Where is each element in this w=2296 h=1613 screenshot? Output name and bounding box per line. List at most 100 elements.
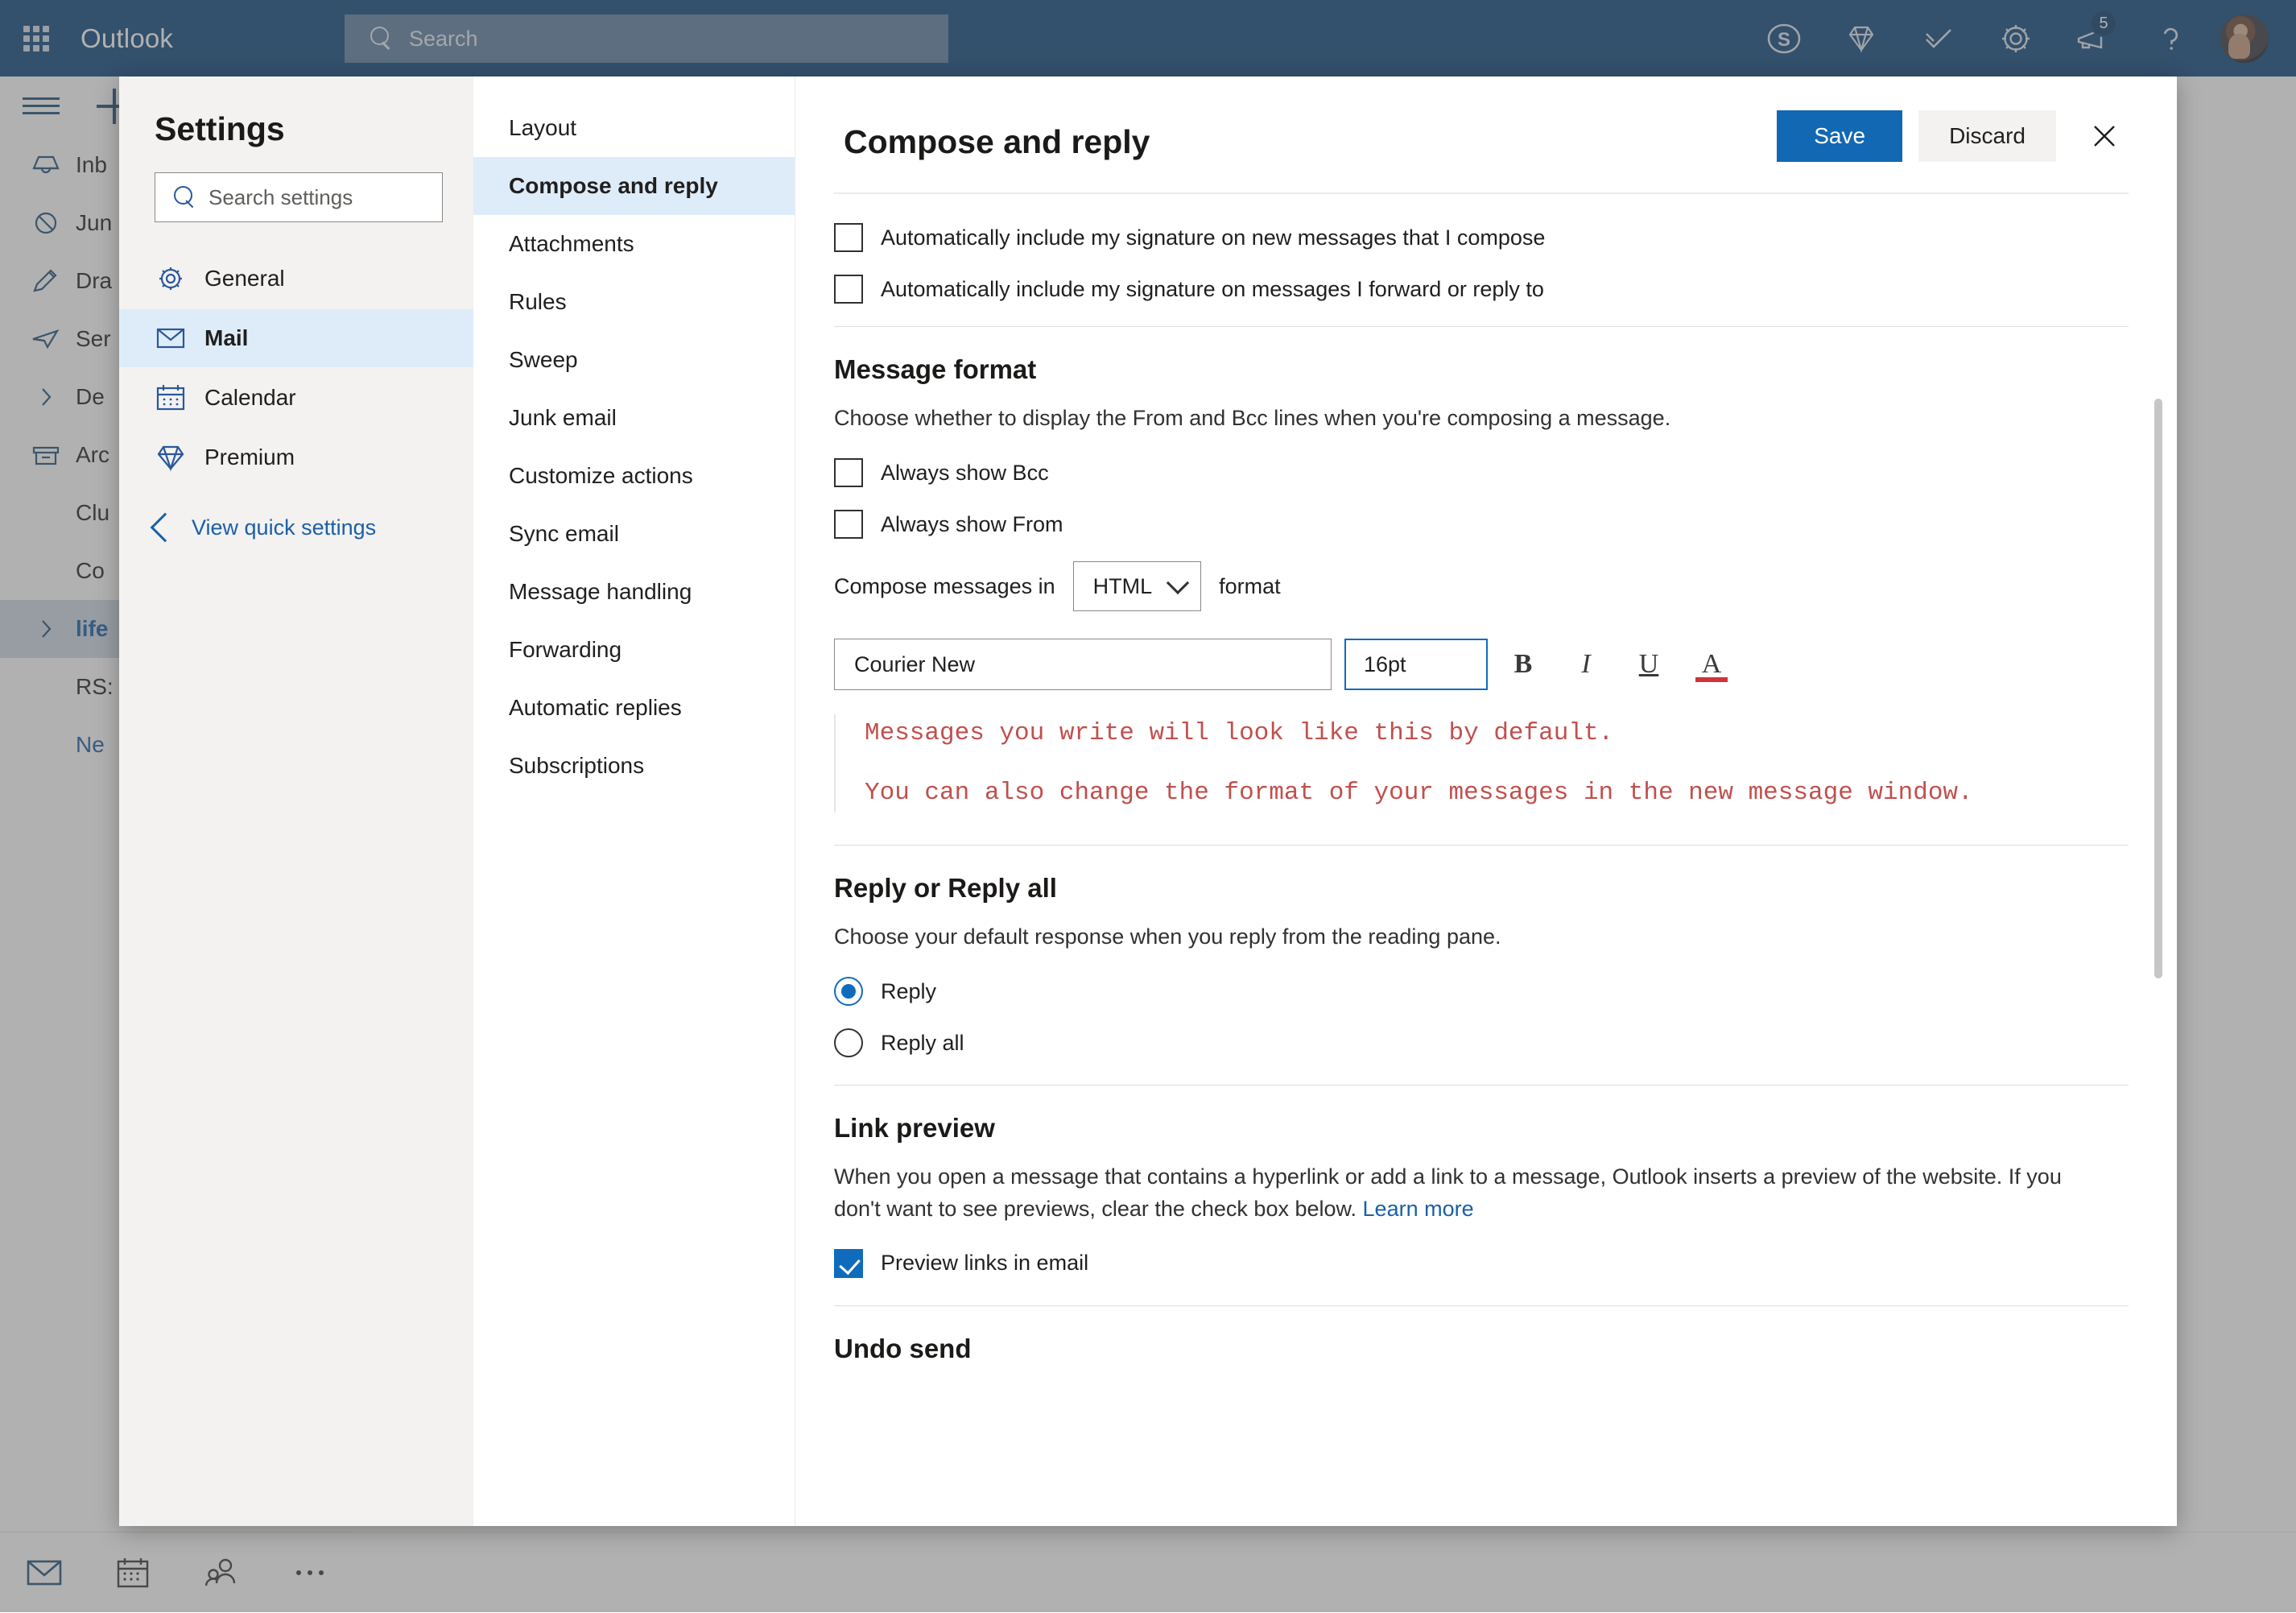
- sidebar-item-label: Calendar: [204, 385, 296, 411]
- diamond-icon: [155, 443, 204, 472]
- always-show-bcc-row[interactable]: Always show Bcc: [834, 458, 2129, 487]
- category-label: Rules: [509, 289, 567, 315]
- always-show-bcc-label: Always show Bcc: [881, 461, 1049, 486]
- category-label: Message handling: [509, 579, 692, 605]
- reply-heading: Reply or Reply all: [834, 873, 2129, 904]
- section-divider: [834, 1305, 2129, 1306]
- scrollbar-thumb[interactable]: [2154, 399, 2162, 978]
- reply-option-reply-all[interactable]: Reply all: [834, 1028, 2129, 1057]
- message-format-description: Choose whether to display the From and B…: [834, 403, 2066, 434]
- radio-button[interactable]: [834, 977, 863, 1006]
- view-quick-settings-label: View quick settings: [192, 515, 376, 540]
- sample-line-1: Messages you write will look like this b…: [865, 714, 2129, 753]
- sidebar-item-premium[interactable]: Premium: [119, 428, 473, 486]
- reply-option-reply[interactable]: Reply: [834, 977, 2129, 1006]
- category-item-junk-email[interactable]: Junk email: [473, 389, 795, 447]
- category-item-message-handling[interactable]: Message handling: [473, 563, 795, 621]
- signature-forward-reply-label: Automatically include my signature on me…: [881, 277, 1544, 302]
- sidebar-item-mail[interactable]: Mail: [119, 309, 473, 367]
- category-label: Automatic replies: [509, 695, 682, 721]
- always-show-from-row[interactable]: Always show From: [834, 510, 2129, 539]
- link-preview-description: When you open a message that contains a …: [834, 1161, 2066, 1224]
- category-item-customize-actions[interactable]: Customize actions: [473, 447, 795, 505]
- font-family-select[interactable]: Courier New: [834, 639, 1332, 690]
- font-size-value: 16pt: [1364, 652, 1406, 677]
- settings-dialog: Settings Search settings GeneralMailCale…: [119, 77, 2177, 1526]
- settings-search-input[interactable]: Search settings: [155, 172, 443, 222]
- always-show-bcc-checkbox[interactable]: [834, 458, 863, 487]
- message-format-heading: Message format: [834, 354, 2129, 385]
- signature-forward-reply-row[interactable]: Automatically include my signature on me…: [834, 275, 2129, 304]
- always-show-from-label: Always show From: [881, 512, 1063, 537]
- category-item-compose-and-reply[interactable]: Compose and reply: [473, 157, 795, 215]
- font-size-select[interactable]: 16pt: [1344, 639, 1488, 690]
- learn-more-link[interactable]: Learn more: [1363, 1197, 1474, 1221]
- search-icon: [173, 186, 196, 209]
- section-divider: [834, 1085, 2129, 1086]
- compose-format-select[interactable]: HTML: [1073, 561, 1202, 611]
- view-quick-settings-link[interactable]: View quick settings: [119, 499, 473, 556]
- font-sample-preview[interactable]: Messages you write will look like this b…: [834, 714, 2129, 813]
- sidebar-item-label: Mail: [204, 325, 248, 351]
- content-fade: [795, 1486, 2177, 1526]
- category-label: Sweep: [509, 347, 578, 373]
- undo-send-heading: Undo send: [834, 1334, 2129, 1364]
- detail-actions: Save Discard: [1777, 110, 2129, 162]
- reply-radio-group: Reply Reply all: [834, 977, 2129, 1057]
- compose-format-row: Compose messages in HTML format: [834, 561, 2129, 611]
- envelope-icon: [155, 324, 204, 353]
- compose-format-prefix: Compose messages in: [834, 574, 1055, 599]
- settings-nav-panel: Settings Search settings GeneralMailCale…: [119, 77, 473, 1526]
- font-toolbar: Courier New 16pt B I U A: [834, 639, 2129, 690]
- preview-links-checkbox[interactable]: [834, 1249, 863, 1278]
- signature-new-messages-row[interactable]: Automatically include my signature on ne…: [834, 223, 2129, 252]
- category-item-layout[interactable]: Layout: [473, 99, 795, 157]
- section-divider: [834, 845, 2129, 846]
- sidebar-item-general[interactable]: General: [119, 250, 473, 308]
- font-color-button[interactable]: A: [1684, 639, 1739, 690]
- font-family-value: Courier New: [854, 652, 975, 677]
- category-label: Customize actions: [509, 463, 693, 489]
- preview-links-label: Preview links in email: [881, 1251, 1088, 1276]
- always-show-from-checkbox[interactable]: [834, 510, 863, 539]
- signature-forward-reply-checkbox[interactable]: [834, 275, 863, 304]
- signature-new-messages-label: Automatically include my signature on ne…: [881, 225, 1545, 250]
- discard-button[interactable]: Discard: [1918, 110, 2056, 162]
- preview-links-row[interactable]: Preview links in email: [834, 1249, 2129, 1278]
- category-label: Layout: [509, 115, 576, 141]
- radio-button[interactable]: [834, 1028, 863, 1057]
- detail-scrollbar[interactable]: [2153, 399, 2164, 978]
- reply-description: Choose your default response when you re…: [834, 921, 2066, 953]
- category-item-automatic-replies[interactable]: Automatic replies: [473, 679, 795, 737]
- category-label: Compose and reply: [509, 173, 718, 199]
- sample-line-2: You can also change the format of your m…: [865, 774, 2129, 813]
- category-label: Junk email: [509, 405, 617, 431]
- italic-button[interactable]: I: [1559, 639, 1613, 690]
- sidebar-item-label: General: [204, 266, 285, 292]
- section-divider: [834, 326, 2129, 327]
- category-item-forwarding[interactable]: Forwarding: [473, 621, 795, 679]
- signature-new-messages-checkbox[interactable]: [834, 223, 863, 252]
- underline-button[interactable]: U: [1621, 639, 1676, 690]
- gear-icon: [155, 264, 204, 293]
- close-icon[interactable]: [2080, 110, 2129, 162]
- settings-category-list: Layout Compose and reply Attachments Rules S…: [473, 77, 795, 1526]
- category-item-subscriptions[interactable]: Subscriptions: [473, 737, 795, 795]
- compose-format-suffix: format: [1219, 574, 1281, 599]
- chevron-left-icon: [151, 513, 180, 543]
- sidebar-item-calendar[interactable]: Calendar: [119, 369, 473, 427]
- category-item-sweep[interactable]: Sweep: [473, 331, 795, 389]
- save-button[interactable]: Save: [1777, 110, 1902, 162]
- category-item-rules[interactable]: Rules: [473, 273, 795, 331]
- bold-button[interactable]: B: [1496, 639, 1551, 690]
- category-label: Sync email: [509, 521, 619, 547]
- settings-nav-list: General Mail Calendar Premium: [119, 250, 473, 486]
- chevron-down-icon: [1167, 572, 1189, 594]
- category-item-sync-email[interactable]: Sync email: [473, 505, 795, 563]
- category-label: Attachments: [509, 231, 634, 257]
- category-label: Forwarding: [509, 637, 621, 663]
- category-item-attachments[interactable]: Attachments: [473, 215, 795, 273]
- calendar-icon: [155, 383, 204, 412]
- settings-search-placeholder: Search settings: [209, 185, 353, 210]
- page-title: Compose and reply: [844, 123, 1150, 161]
